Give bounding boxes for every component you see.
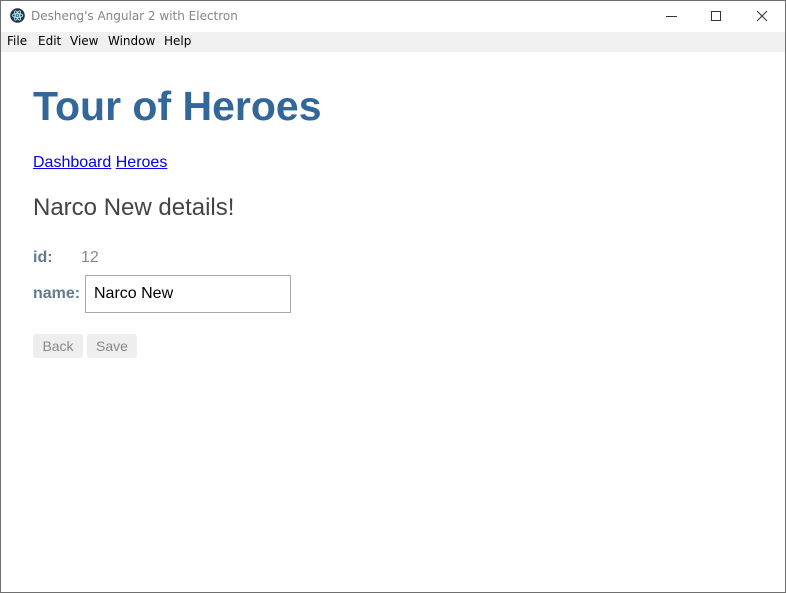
menu-window[interactable]: Window (108, 34, 155, 48)
menu-edit[interactable]: Edit (38, 34, 61, 48)
app-window: Desheng's Angular 2 with Electron File E… (0, 0, 786, 593)
back-button[interactable]: Back (33, 334, 83, 358)
title-bar[interactable]: Desheng's Angular 2 with Electron (1, 1, 785, 32)
save-button[interactable]: Save (87, 334, 137, 358)
menu-bar: File Edit View Window Help (1, 32, 785, 52)
minimize-button[interactable] (649, 1, 695, 32)
hero-id-value: 12 (81, 249, 99, 266)
close-button[interactable] (739, 1, 785, 32)
id-label: id: (33, 249, 53, 266)
menu-file[interactable]: File (7, 34, 27, 48)
main-nav: Dashboard Heroes (33, 154, 167, 172)
menu-help[interactable]: Help (164, 34, 191, 48)
maximize-button[interactable] (693, 1, 739, 32)
name-label: name: (33, 285, 81, 302)
hero-name-input[interactable] (85, 275, 291, 313)
app-content: Tour of Heroes Dashboard Heroes Narco Ne… (33, 52, 785, 592)
maximize-icon (711, 11, 721, 21)
window-title: Desheng's Angular 2 with Electron (31, 9, 238, 23)
close-icon (756, 10, 768, 22)
nav-link-heroes[interactable]: Heroes (116, 154, 168, 171)
minimize-icon (666, 16, 677, 17)
page-title: Tour of Heroes (33, 83, 322, 129)
electron-atom-icon (10, 8, 25, 23)
nav-link-dashboard[interactable]: Dashboard (33, 154, 111, 171)
menu-view[interactable]: View (70, 34, 98, 48)
hero-details-heading: Narco New details! (33, 194, 235, 221)
